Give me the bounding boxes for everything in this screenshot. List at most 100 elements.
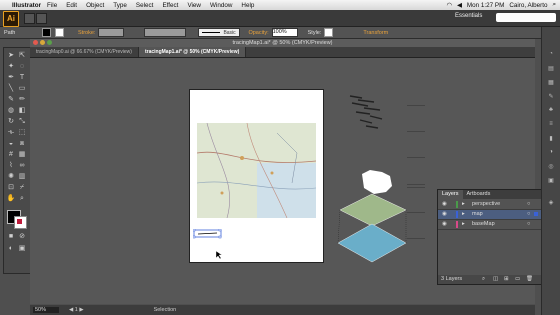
paintbrush-icon[interactable]: ✎ — [6, 95, 16, 104]
rotate-tool-icon[interactable]: ↻ — [6, 117, 16, 126]
layer-row-selected[interactable]: ◉ ▸ map ○ — [438, 210, 542, 220]
blend-tool-icon[interactable]: ∞ — [17, 161, 27, 170]
stroke-swatch[interactable] — [55, 28, 64, 37]
swatches-icon[interactable]: ▦ — [546, 79, 556, 87]
base-map-image[interactable] — [197, 123, 316, 218]
graphic-style-swatch[interactable] — [324, 28, 334, 37]
brush-definition[interactable]: Basic — [198, 28, 241, 37]
clipping-mask-icon[interactable]: ◫ — [493, 275, 498, 284]
color-guide-icon[interactable]: ▤ — [546, 65, 556, 73]
zoom-window-icon[interactable] — [47, 40, 52, 45]
opacity-field[interactable]: 100% — [271, 28, 298, 37]
wifi-icon[interactable]: ◠ — [447, 2, 453, 9]
graphic-styles-icon[interactable]: ▣ — [546, 177, 556, 185]
menu-help[interactable]: Help — [241, 2, 254, 9]
selected-path[interactable] — [193, 229, 223, 239]
menu-edit[interactable]: Edit — [66, 2, 77, 9]
scale-tool-icon[interactable]: ⤡ — [17, 117, 27, 126]
eraser-icon[interactable]: ◧ — [17, 106, 27, 115]
user-name[interactable]: Cairo, Alberto — [509, 2, 547, 9]
zoom-tool-icon[interactable]: ⌕ — [17, 194, 27, 203]
transform-link[interactable]: Transform — [363, 30, 388, 36]
direct-selection-tool-icon[interactable]: ⇱ — [17, 51, 27, 60]
target-circle-icon[interactable]: ○ — [527, 210, 530, 219]
spotlight-icon[interactable]: ⌕ — [552, 1, 556, 9]
pen-tool-icon[interactable]: ✒ — [6, 73, 16, 82]
layer-row[interactable]: ◉ ▸ perspective ○ — [438, 200, 542, 210]
artboard-navigation[interactable]: ◀ 1 ▶ — [69, 307, 84, 313]
gradient-tool-icon[interactable]: ▦ — [17, 150, 27, 159]
menu-file[interactable]: File — [47, 2, 57, 9]
free-transform-icon[interactable]: ⬚ — [17, 128, 27, 137]
perspective-diagram[interactable] — [330, 88, 440, 263]
layer-row[interactable]: ◉ ▸ baseMap ○ — [438, 220, 542, 230]
artboard-tool-icon[interactable]: ⊡ — [6, 183, 16, 192]
new-sublayer-icon[interactable]: ⊞ — [504, 275, 509, 284]
menu-effect[interactable]: Effect — [162, 2, 178, 9]
minimize-window-icon[interactable] — [40, 40, 45, 45]
opacity-label[interactable]: Opacity: — [248, 30, 268, 36]
selection-indicator[interactable] — [534, 212, 538, 216]
new-layer-icon[interactable]: ▭ — [515, 275, 520, 284]
appearance-icon[interactable]: ◎ — [546, 163, 556, 171]
draw-mode-icon[interactable]: ◐ — [6, 244, 16, 253]
color-panel-icon[interactable]: ◔ — [546, 51, 556, 59]
tab-tracingmap0[interactable]: tracingMap0.ai @ 66.67% (CMYK/Preview) — [30, 47, 139, 57]
color-mode-icon[interactable]: ■ — [6, 232, 16, 241]
stroke-weight-field[interactable] — [98, 28, 125, 37]
symbols-icon[interactable]: ♣ — [546, 107, 556, 115]
selection-tool-icon[interactable]: ➤ — [6, 51, 16, 60]
brushes-icon[interactable]: ✎ — [546, 93, 556, 101]
line-tool-icon[interactable]: ╲ — [6, 84, 16, 93]
expand-arrow-icon[interactable]: ▸ — [462, 220, 465, 229]
menu-select[interactable]: Select — [136, 2, 154, 9]
stroke-color-box[interactable] — [14, 216, 27, 229]
target-circle-icon[interactable]: ○ — [527, 220, 530, 229]
target-circle-icon[interactable]: ○ — [527, 200, 530, 209]
arrange-documents-icon[interactable] — [36, 13, 47, 24]
magic-wand-icon[interactable]: ✦ — [6, 62, 16, 71]
close-window-icon[interactable] — [33, 40, 38, 45]
fill-swatch[interactable] — [42, 28, 51, 37]
mesh-tool-icon[interactable]: # — [6, 150, 16, 159]
none-mode-icon[interactable]: ⊘ — [17, 232, 27, 241]
perspective-grid-icon[interactable]: ⧈ — [17, 139, 27, 148]
gradient-panel-icon[interactable]: ▮ — [546, 135, 556, 143]
blob-brush-icon[interactable]: ◍ — [6, 106, 16, 115]
visibility-eye-icon[interactable]: ◉ — [442, 200, 447, 209]
zoom-level[interactable]: 50% — [33, 307, 59, 313]
locate-object-icon[interactable]: ⌕ — [482, 275, 485, 284]
hand-tool-icon[interactable]: ✋ — [6, 194, 16, 203]
menu-type[interactable]: Type — [113, 2, 127, 9]
visibility-eye-icon[interactable]: ◉ — [442, 210, 447, 219]
expand-arrow-icon[interactable]: ▸ — [462, 210, 465, 219]
app-menu[interactable]: Illustrator — [12, 2, 41, 9]
graph-tool-icon[interactable]: ▥ — [17, 172, 27, 181]
pencil-icon[interactable]: ✏ — [17, 95, 27, 104]
menu-view[interactable]: View — [187, 2, 201, 9]
stroke-panel-icon[interactable]: ≡ — [546, 121, 556, 129]
bridge-icon[interactable] — [24, 13, 35, 24]
volume-icon[interactable]: ◀ — [457, 2, 462, 9]
screen-mode-icon[interactable]: ▣ — [17, 244, 27, 253]
tab-tracingmap1[interactable]: tracingMap1.ai* @ 50% (CMYK/Preview) — [138, 47, 247, 57]
lasso-icon[interactable]: ◌ — [17, 62, 27, 71]
width-tool-icon[interactable]: ⟛ — [6, 128, 16, 137]
tab-layers[interactable]: Layers — [438, 190, 463, 199]
symbol-sprayer-icon[interactable]: ✺ — [6, 172, 16, 181]
workspace-switcher[interactable]: Essentials — [455, 13, 482, 19]
tab-artboards[interactable]: Artboards — [463, 190, 495, 199]
transparency-icon[interactable]: ◑ — [546, 149, 556, 157]
variable-width-profile[interactable] — [144, 28, 187, 37]
eyedropper-icon[interactable]: ⌇ — [6, 161, 16, 170]
layers-panel-icon[interactable]: ◈ — [546, 199, 556, 207]
type-tool-icon[interactable]: T — [17, 73, 27, 82]
stroke-label[interactable]: Stroke: — [78, 30, 95, 36]
rectangle-tool-icon[interactable]: ▭ — [17, 84, 27, 93]
slice-tool-icon[interactable]: ⌿ — [17, 183, 27, 192]
expand-arrow-icon[interactable]: ▸ — [462, 200, 465, 209]
help-search-input[interactable] — [496, 13, 556, 22]
menu-object[interactable]: Object — [86, 2, 104, 9]
delete-layer-icon[interactable]: 🗑 — [526, 275, 533, 284]
menu-window[interactable]: Window — [210, 2, 232, 9]
